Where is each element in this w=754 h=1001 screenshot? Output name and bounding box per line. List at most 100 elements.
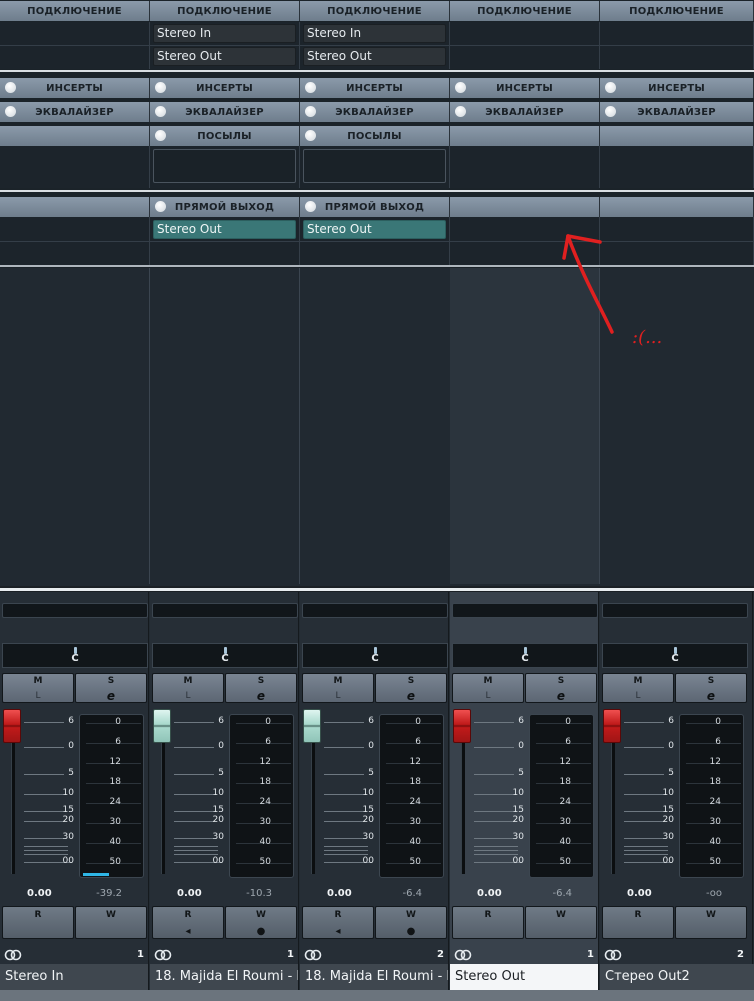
bypass-led-icon[interactable]: [5, 82, 16, 93]
bypass-led-icon[interactable]: [155, 82, 166, 93]
bypass-led-icon[interactable]: [455, 106, 466, 117]
inserts-header-3[interactable]: ИНСЕРТЫ: [300, 78, 450, 98]
peak-readout[interactable]: -6.4: [530, 888, 572, 904]
direct-out-slot[interactable]: Stereo Out: [303, 220, 446, 239]
edit-icon: e: [706, 689, 716, 703]
sends-header-3[interactable]: ПОСЫЛЫ: [300, 126, 450, 146]
solo-edit-button[interactable]: S e: [225, 673, 297, 703]
eq-header-5[interactable]: ЭКВАЛАЙЗЕР: [600, 102, 754, 122]
pan-knob[interactable]: C: [302, 643, 448, 668]
send-slot[interactable]: [153, 149, 296, 183]
eq-header-4[interactable]: ЭКВАЛАЙЗЕР: [450, 102, 600, 122]
eq-header-1[interactable]: ЭКВАЛАЙЗЕР: [0, 102, 150, 122]
meter-scale-label: 6: [565, 737, 571, 747]
send-slot[interactable]: [303, 149, 446, 183]
volume-fader-handle[interactable]: [3, 709, 21, 743]
peak-readout[interactable]: -39.2: [80, 888, 122, 904]
volume-readout[interactable]: 0.00: [477, 888, 502, 904]
read-button[interactable]: R ◂: [302, 906, 374, 939]
output-routing-slot[interactable]: Stereo Out: [303, 47, 446, 66]
volume-fader-handle[interactable]: [453, 709, 471, 743]
eq-header-3[interactable]: ЭКВАЛАЙЗЕР: [300, 102, 450, 122]
stereo-link-icon[interactable]: [4, 949, 22, 961]
pan-knob[interactable]: C: [602, 643, 748, 668]
volume-fader-handle[interactable]: [603, 709, 621, 743]
mute-listen-button[interactable]: M L: [602, 673, 674, 703]
stereo-link-icon[interactable]: [604, 949, 622, 961]
volume-readout[interactable]: 0.00: [27, 888, 52, 904]
stereo-link-icon[interactable]: [154, 949, 172, 961]
mute-listen-button[interactable]: M L: [302, 673, 374, 703]
peak-readout[interactable]: -10.3: [230, 888, 272, 904]
connection-header-5[interactable]: ПОДКЛЮЧЕНИЕ: [600, 1, 754, 21]
volume-fader-handle[interactable]: [153, 709, 171, 743]
volume-readout[interactable]: 0.00: [627, 888, 652, 904]
solo-button-label: S: [257, 676, 265, 686]
bypass-led-icon[interactable]: [305, 201, 316, 212]
mute-listen-button[interactable]: M L: [452, 673, 524, 703]
input-routing-slot[interactable]: Stereo In: [153, 24, 296, 43]
solo-edit-button[interactable]: S e: [675, 673, 747, 703]
channel-name[interactable]: Stereo In: [0, 964, 148, 990]
direct-out-header-empty-5: [600, 197, 754, 217]
inserts-header-1[interactable]: ИНСЕРТЫ: [0, 78, 150, 98]
pan-knob[interactable]: C: [2, 643, 148, 668]
inserts-header-5[interactable]: ИНСЕРТЫ: [600, 78, 754, 98]
channel-name[interactable]: 18. Majida El Roumi - E: [150, 964, 298, 990]
read-button[interactable]: R: [2, 906, 74, 939]
peak-readout[interactable]: -6.4: [380, 888, 422, 904]
write-button[interactable]: W: [675, 906, 747, 939]
sends-header-2[interactable]: ПОСЫЛЫ: [150, 126, 300, 146]
scale-label: 00: [362, 856, 374, 866]
channel-name[interactable]: 18. Majida El Roumi - E: [300, 964, 448, 990]
direct-out-header-2[interactable]: ПРЯМОЙ ВЫХОД: [150, 197, 300, 217]
inserts-header-4[interactable]: ИНСЕРТЫ: [450, 78, 600, 98]
read-button[interactable]: R: [602, 906, 674, 939]
channel-link-row: 1: [0, 946, 148, 964]
bypass-led-icon[interactable]: [305, 82, 316, 93]
peak-readout[interactable]: -oo: [680, 888, 722, 904]
mute-listen-button[interactable]: M L: [152, 673, 224, 703]
bypass-led-icon[interactable]: [305, 106, 316, 117]
write-button[interactable]: W ●: [225, 906, 297, 939]
channel-name[interactable]: Stereo Out: [450, 964, 598, 990]
volume-readout[interactable]: 0.00: [327, 888, 352, 904]
solo-edit-button[interactable]: S e: [525, 673, 597, 703]
write-button[interactable]: W: [75, 906, 147, 939]
pan-knob[interactable]: C: [452, 643, 598, 668]
read-button[interactable]: R ◂: [152, 906, 224, 939]
bypass-led-icon[interactable]: [305, 130, 316, 141]
eq-header-2[interactable]: ЭКВАЛАЙЗЕР: [150, 102, 300, 122]
stereo-link-icon[interactable]: [454, 949, 472, 961]
bypass-led-icon[interactable]: [155, 106, 166, 117]
bypass-led-icon[interactable]: [5, 106, 16, 117]
output-routing-slot[interactable]: Stereo Out: [153, 47, 296, 66]
write-button[interactable]: W: [525, 906, 597, 939]
inserts-header-2[interactable]: ИНСЕРТЫ: [150, 78, 300, 98]
channel-name[interactable]: Стерео Out2: [600, 964, 754, 990]
input-routing-slot[interactable]: Stereo In: [303, 24, 446, 43]
bypass-led-icon[interactable]: [155, 201, 166, 212]
solo-edit-button[interactable]: S e: [75, 673, 147, 703]
connection-header-3[interactable]: ПОДКЛЮЧЕНИЕ: [300, 1, 450, 21]
bypass-led-icon[interactable]: [455, 82, 466, 93]
volume-fader-handle[interactable]: [303, 709, 321, 743]
volume-readout[interactable]: 0.00: [177, 888, 202, 904]
solo-edit-button[interactable]: S e: [375, 673, 447, 703]
write-button[interactable]: W ●: [375, 906, 447, 939]
bypass-led-icon[interactable]: [605, 82, 616, 93]
stereo-link-icon[interactable]: [304, 949, 322, 961]
connection-header-1[interactable]: ПОДКЛЮЧЕНИЕ: [0, 1, 150, 21]
connection-header-4[interactable]: ПОДКЛЮЧЕНИЕ: [450, 1, 600, 21]
direct-out-header-3[interactable]: ПРЯМОЙ ВЫХОД: [300, 197, 450, 217]
read-button[interactable]: R: [452, 906, 524, 939]
bypass-led-icon[interactable]: [155, 130, 166, 141]
pan-value: C: [521, 653, 529, 664]
channel-link-row: 1: [450, 946, 598, 964]
connection-header-2[interactable]: ПОДКЛЮЧЕНИЕ: [150, 1, 300, 21]
pan-knob[interactable]: C: [152, 643, 298, 668]
scale-tick: [174, 722, 214, 723]
direct-out-slot[interactable]: Stereo Out: [153, 220, 296, 239]
bypass-led-icon[interactable]: [605, 106, 616, 117]
mute-listen-button[interactable]: M L: [2, 673, 74, 703]
